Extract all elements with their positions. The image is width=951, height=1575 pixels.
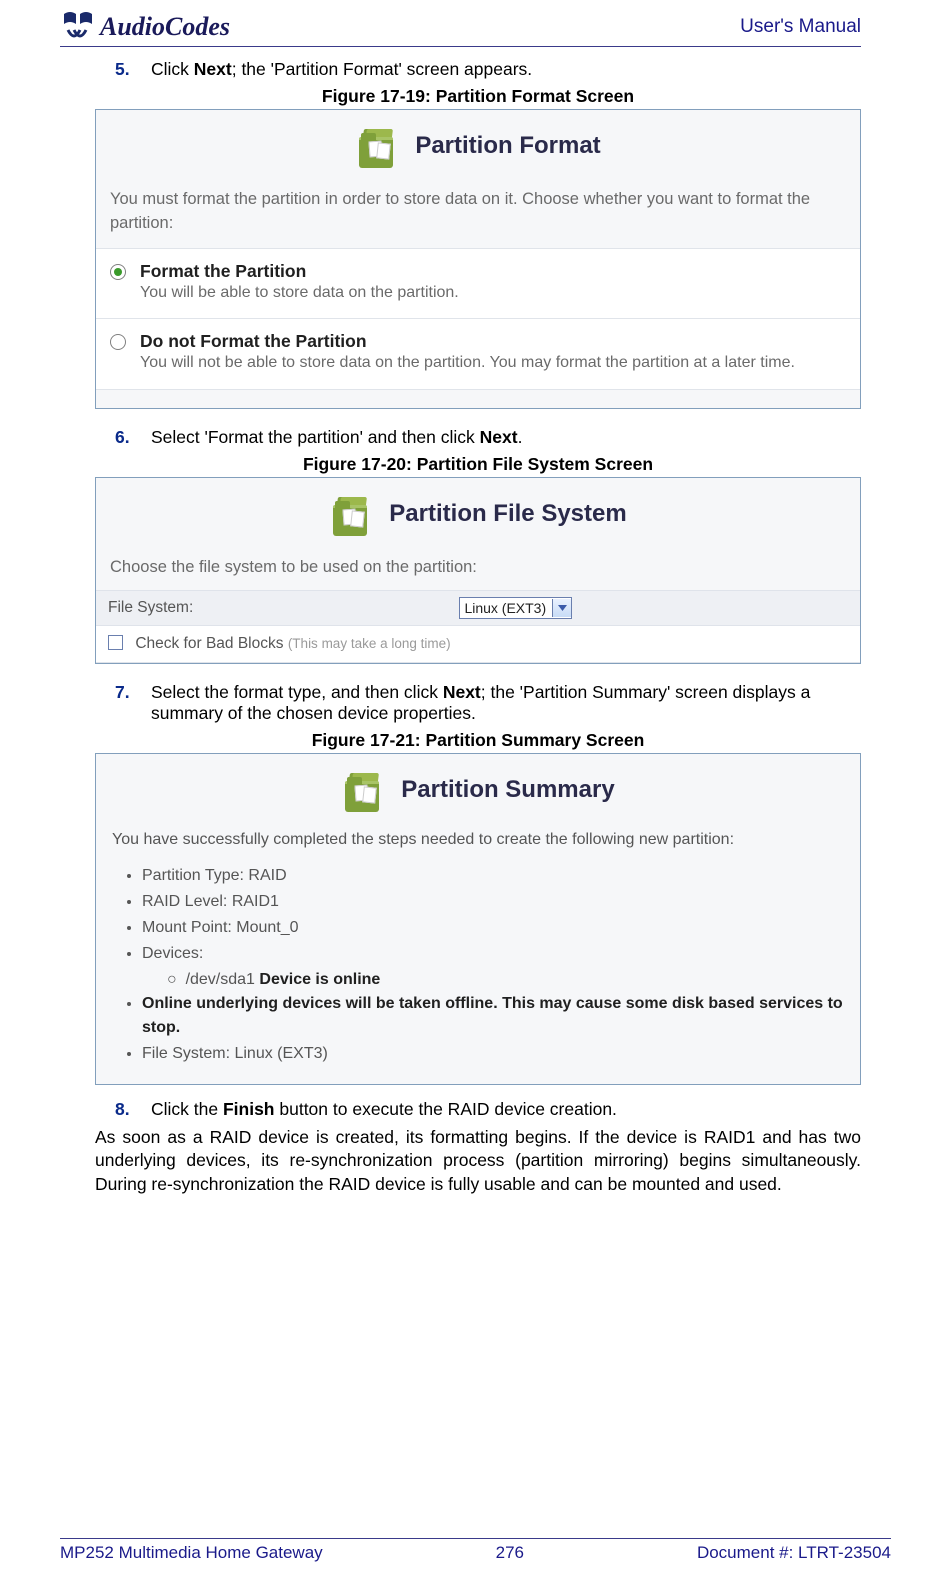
page-header: AudioCodes User's Manual	[60, 10, 861, 47]
figure-title: Partition File System	[389, 500, 626, 528]
option-format[interactable]: Format the Partition You will be able to…	[96, 248, 860, 319]
list-item: RAID Level: RAID1	[142, 890, 844, 914]
option-subtitle: You will not be able to store data on th…	[140, 352, 795, 374]
closing-paragraph: As soon as a RAID device is created, its…	[95, 1126, 861, 1197]
brand-logo: AudioCodes	[60, 10, 230, 44]
figure-partition-format: Partition Format You must format the par…	[95, 109, 861, 409]
step-number: 5.	[115, 59, 151, 80]
footer-right: Document #: LTRT-23504	[697, 1543, 891, 1563]
summary-intro: You have successfully completed the step…	[112, 828, 844, 852]
bad-blocks-row: Check for Bad Blocks (This may take a lo…	[96, 625, 860, 662]
folder-icon	[355, 124, 405, 168]
step-number: 7.	[115, 682, 151, 724]
step-number: 8.	[115, 1099, 151, 1120]
bad-blocks-checkbox[interactable]	[108, 635, 123, 650]
step-6: 6. Select 'Format the partition' and the…	[115, 427, 861, 448]
step-text: Select 'Format the partition' and then c…	[151, 427, 522, 448]
bad-blocks-label: Check for Bad Blocks	[135, 635, 283, 652]
figure-caption-3: Figure 17-21: Partition Summary Screen	[95, 730, 861, 751]
folder-icon	[341, 768, 391, 812]
devices-sub-item: ○ /dev/sda1 Device is online	[167, 968, 844, 992]
brand-name: AudioCodes	[100, 12, 230, 42]
list-item: File System: Linux (EXT3)	[142, 1042, 844, 1066]
step-5: 5. Click Next; the 'Partition Format' sc…	[115, 59, 861, 80]
radio-format[interactable]	[110, 264, 126, 280]
figure-intro: You must format the partition in order t…	[96, 174, 860, 248]
step-7: 7. Select the format type, and then clic…	[115, 682, 861, 724]
list-item: Devices:	[142, 942, 844, 966]
filesystem-row: File System: Linux (EXT3)	[96, 590, 860, 625]
option-title: Format the Partition	[140, 261, 459, 282]
step-text: Click the Finish button to execute the R…	[151, 1099, 617, 1120]
figure-caption-2: Figure 17-20: Partition File System Scre…	[95, 454, 861, 475]
footer-left: MP252 Multimedia Home Gateway	[60, 1543, 323, 1563]
step-text: Click Next; the 'Partition Format' scree…	[151, 59, 532, 80]
summary-list: Partition Type: RAID RAID Level: RAID1 M…	[142, 864, 844, 966]
bad-blocks-hint: (This may take a long time)	[288, 636, 451, 651]
figure-title: Partition Format	[415, 132, 600, 160]
list-item: Online underlying devices will be taken …	[142, 992, 844, 1040]
footer-page: 276	[496, 1543, 524, 1563]
filesystem-label: File System:	[96, 590, 447, 625]
figure-caption-1: Figure 17-19: Partition Format Screen	[95, 86, 861, 107]
page-footer: MP252 Multimedia Home Gateway 276 Docume…	[60, 1538, 891, 1563]
list-item: Partition Type: RAID	[142, 864, 844, 888]
list-item: Mount Point: Mount_0	[142, 916, 844, 940]
folder-icon	[329, 492, 379, 536]
step-8: 8. Click the Finish button to execute th…	[115, 1099, 861, 1120]
radio-no-format[interactable]	[110, 334, 126, 350]
figure-intro: Choose the file system to be used on the…	[96, 542, 860, 590]
figure-partition-summary: Partition Summary You have successfully …	[95, 753, 861, 1085]
filesystem-value: Linux (EXT3)	[460, 600, 552, 616]
figure-partition-filesystem: Partition File System Choose the file sy…	[95, 477, 861, 664]
option-subtitle: You will be able to store data on the pa…	[140, 282, 459, 304]
step-text: Select the format type, and then click N…	[151, 682, 861, 724]
step-number: 6.	[115, 427, 151, 448]
option-title: Do not Format the Partition	[140, 331, 795, 352]
chevron-down-icon[interactable]	[552, 599, 571, 617]
summary-list-2: Online underlying devices will be taken …	[142, 992, 844, 1066]
figure-title: Partition Summary	[401, 776, 614, 804]
audiocodes-logo-icon	[60, 10, 96, 44]
option-no-format[interactable]: Do not Format the Partition You will not…	[96, 319, 860, 389]
filesystem-select[interactable]: Linux (EXT3)	[459, 597, 572, 619]
manual-label: User's Manual	[740, 16, 861, 38]
